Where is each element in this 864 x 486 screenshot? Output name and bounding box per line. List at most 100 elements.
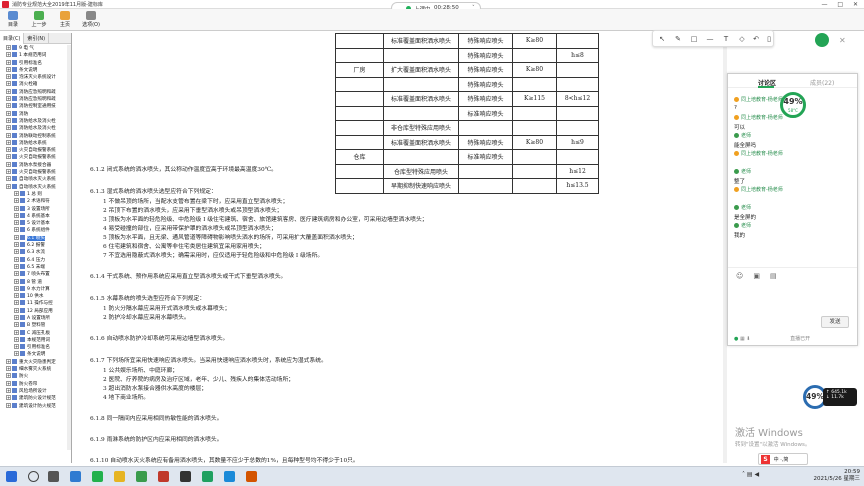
expand-toggle-icon[interactable]: + — [14, 336, 19, 342]
expand-toggle-icon[interactable]: + — [6, 169, 11, 175]
mic-icon[interactable]: ● — [734, 336, 738, 342]
toc-item[interactable]: + C 减压孔板 — [0, 329, 70, 337]
close-icon[interactable]: ✕ — [853, 1, 858, 8]
expand-toggle-icon[interactable]: + — [6, 66, 11, 72]
emoji-icon[interactable]: ☺ — [736, 272, 743, 280]
toc-item[interactable]: + B 塑料管 — [0, 322, 70, 329]
toc-item[interactable]: + 防火 — [0, 373, 70, 380]
toc-item[interactable]: +8 管 道 — [0, 278, 70, 286]
expand-toggle-icon[interactable]: + — [6, 59, 11, 65]
expand-toggle-icon[interactable]: + — [14, 278, 19, 284]
expand-toggle-icon[interactable]: + — [6, 183, 11, 189]
toc-item[interactable]: + 消防给水系统 — [0, 139, 70, 147]
expand-toggle-icon[interactable]: + — [6, 117, 11, 123]
tab-contents[interactable]: 目录(C) — [0, 33, 25, 44]
expand-toggle-icon[interactable]: + — [6, 125, 11, 131]
toc-item[interactable]: +4 系统基本 — [0, 212, 70, 220]
expand-toggle-icon[interactable]: + — [6, 88, 11, 94]
toc-item[interactable]: +6.2 报警 — [0, 242, 70, 249]
toc-item[interactable]: + 火灾自动报警系统 — [0, 154, 70, 161]
toc-item[interactable]: +11 操作与控 — [0, 300, 70, 307]
classroom-app-icon[interactable] — [136, 471, 147, 482]
grid-icon[interactable]: ▦ — [740, 336, 745, 342]
toc-button[interactable]: 目录 — [2, 11, 24, 29]
ime-extra[interactable]: ·,简 — [780, 457, 788, 463]
expand-toggle-icon[interactable]: + — [14, 293, 19, 299]
rectangle-icon[interactable]: □ — [690, 35, 698, 43]
sidebar-scrollbar[interactable] — [67, 45, 71, 450]
home-button[interactable]: 主页 — [54, 11, 76, 29]
expand-toggle-icon[interactable]: + — [14, 205, 19, 211]
app-icon[interactable] — [224, 471, 235, 482]
toc-item[interactable]: +12 局部应用 — [0, 307, 70, 315]
close-icon[interactable]: ✕ — [839, 36, 846, 45]
cpu-gauge[interactable]: 49% 58°C — [780, 92, 806, 118]
expand-toggle-icon[interactable]: + — [6, 45, 11, 50]
autocad-icon[interactable] — [158, 471, 169, 482]
ime-toolbar[interactable]: S 中 ·,简 — [758, 453, 808, 465]
expand-toggle-icon[interactable]: + — [14, 198, 19, 204]
folder-icon[interactable]: ▤ — [770, 272, 777, 280]
toc-item[interactable]: + 消防应急照明和疏 — [0, 88, 70, 96]
file-explorer-icon[interactable] — [114, 471, 125, 482]
toc-item[interactable]: + 建筑防火设计规范 — [0, 395, 70, 402]
expand-toggle-icon[interactable]: + — [6, 402, 11, 408]
expand-toggle-icon[interactable]: + — [6, 366, 11, 372]
wechat-icon[interactable] — [92, 471, 103, 482]
app-icon[interactable] — [202, 471, 213, 482]
search-icon[interactable] — [28, 471, 39, 482]
toc-item[interactable]: + 火灾自动报警系统 — [0, 169, 70, 176]
toc-item[interactable]: + 自动喷水灭火系统 — [0, 176, 70, 183]
expand-toggle-icon[interactable]: + — [6, 373, 11, 379]
expand-toggle-icon[interactable]: + — [14, 307, 19, 313]
toc-item[interactable]: +9 水力计算 — [0, 285, 70, 293]
tab-members[interactable]: 成员(22) — [810, 78, 834, 87]
expand-toggle-icon[interactable]: + — [6, 132, 11, 138]
toc-item[interactable]: + 防火卷帘 — [0, 380, 70, 388]
expand-toggle-icon[interactable]: + — [6, 110, 11, 116]
expand-toggle-icon[interactable]: + — [14, 256, 19, 262]
toc-item[interactable]: + 泡沫灭火系统设计 — [0, 74, 70, 81]
edge-icon[interactable] — [70, 471, 81, 482]
maximize-icon[interactable]: □ — [837, 1, 843, 8]
toc-item[interactable]: + 消防联动控制系统 — [0, 132, 70, 140]
toc-item[interactable]: + 本规范用词 — [0, 336, 70, 344]
app-icon[interactable] — [246, 471, 257, 482]
toc-item[interactable]: + 火灾自动报警系统 — [0, 147, 70, 154]
expand-toggle-icon[interactable]: + — [14, 344, 19, 350]
expand-toggle-icon[interactable]: + — [14, 271, 19, 277]
line-icon[interactable]: — — [706, 35, 714, 43]
toc-item[interactable]: +6.5 末端 — [0, 263, 70, 271]
toc-item[interactable]: + 消防应急照明和疏 — [0, 96, 70, 103]
expand-toggle-icon[interactable]: + — [14, 227, 19, 233]
toc-item[interactable]: +3 设置场所 — [0, 205, 70, 213]
toc-item[interactable]: + 消防 — [0, 110, 70, 118]
toc-item[interactable]: + 消防控制室通用技 — [0, 103, 70, 110]
expand-toggle-icon[interactable]: + — [14, 329, 19, 335]
live-status-icon[interactable] — [815, 33, 829, 47]
tab-index[interactable]: 索引(N) — [24, 33, 50, 44]
expand-toggle-icon[interactable]: + — [6, 395, 11, 401]
expand-toggle-icon[interactable]: + — [6, 147, 11, 153]
minimize-icon[interactable]: — — [821, 1, 827, 8]
toc-item[interactable]: +6.1 喷头 — [0, 234, 70, 242]
expand-toggle-icon[interactable]: + — [14, 249, 19, 255]
expand-toggle-icon[interactable]: + — [14, 263, 19, 269]
back-button[interactable]: 上一步 — [28, 11, 50, 29]
ime-mode[interactable]: 中 — [774, 457, 779, 463]
system-clock[interactable]: 20:59 2021/5/26 星期三 — [814, 469, 860, 483]
expand-toggle-icon[interactable]: + — [14, 322, 19, 328]
expand-toggle-icon[interactable]: + — [14, 285, 19, 291]
image-icon[interactable]: ▣ — [753, 272, 760, 280]
expand-toggle-icon[interactable]: + — [6, 387, 11, 393]
expand-toggle-icon[interactable]: + — [6, 81, 11, 87]
toc-item[interactable]: +5 设计基本 — [0, 220, 70, 227]
expand-toggle-icon[interactable]: + — [6, 176, 11, 182]
toc-item[interactable]: + 消火栓箱 — [0, 81, 70, 88]
toc-item[interactable]: + 细水雾灭火系统 — [0, 366, 70, 373]
toc-item[interactable]: +6.4 压力 — [0, 256, 70, 264]
toc-item[interactable]: + A 设置场所 — [0, 314, 70, 322]
options-button[interactable]: 选项(O) — [80, 11, 102, 29]
toc-item[interactable]: + 消防给水及消火栓 — [0, 125, 70, 132]
expand-toggle-icon[interactable]: + — [6, 52, 11, 58]
